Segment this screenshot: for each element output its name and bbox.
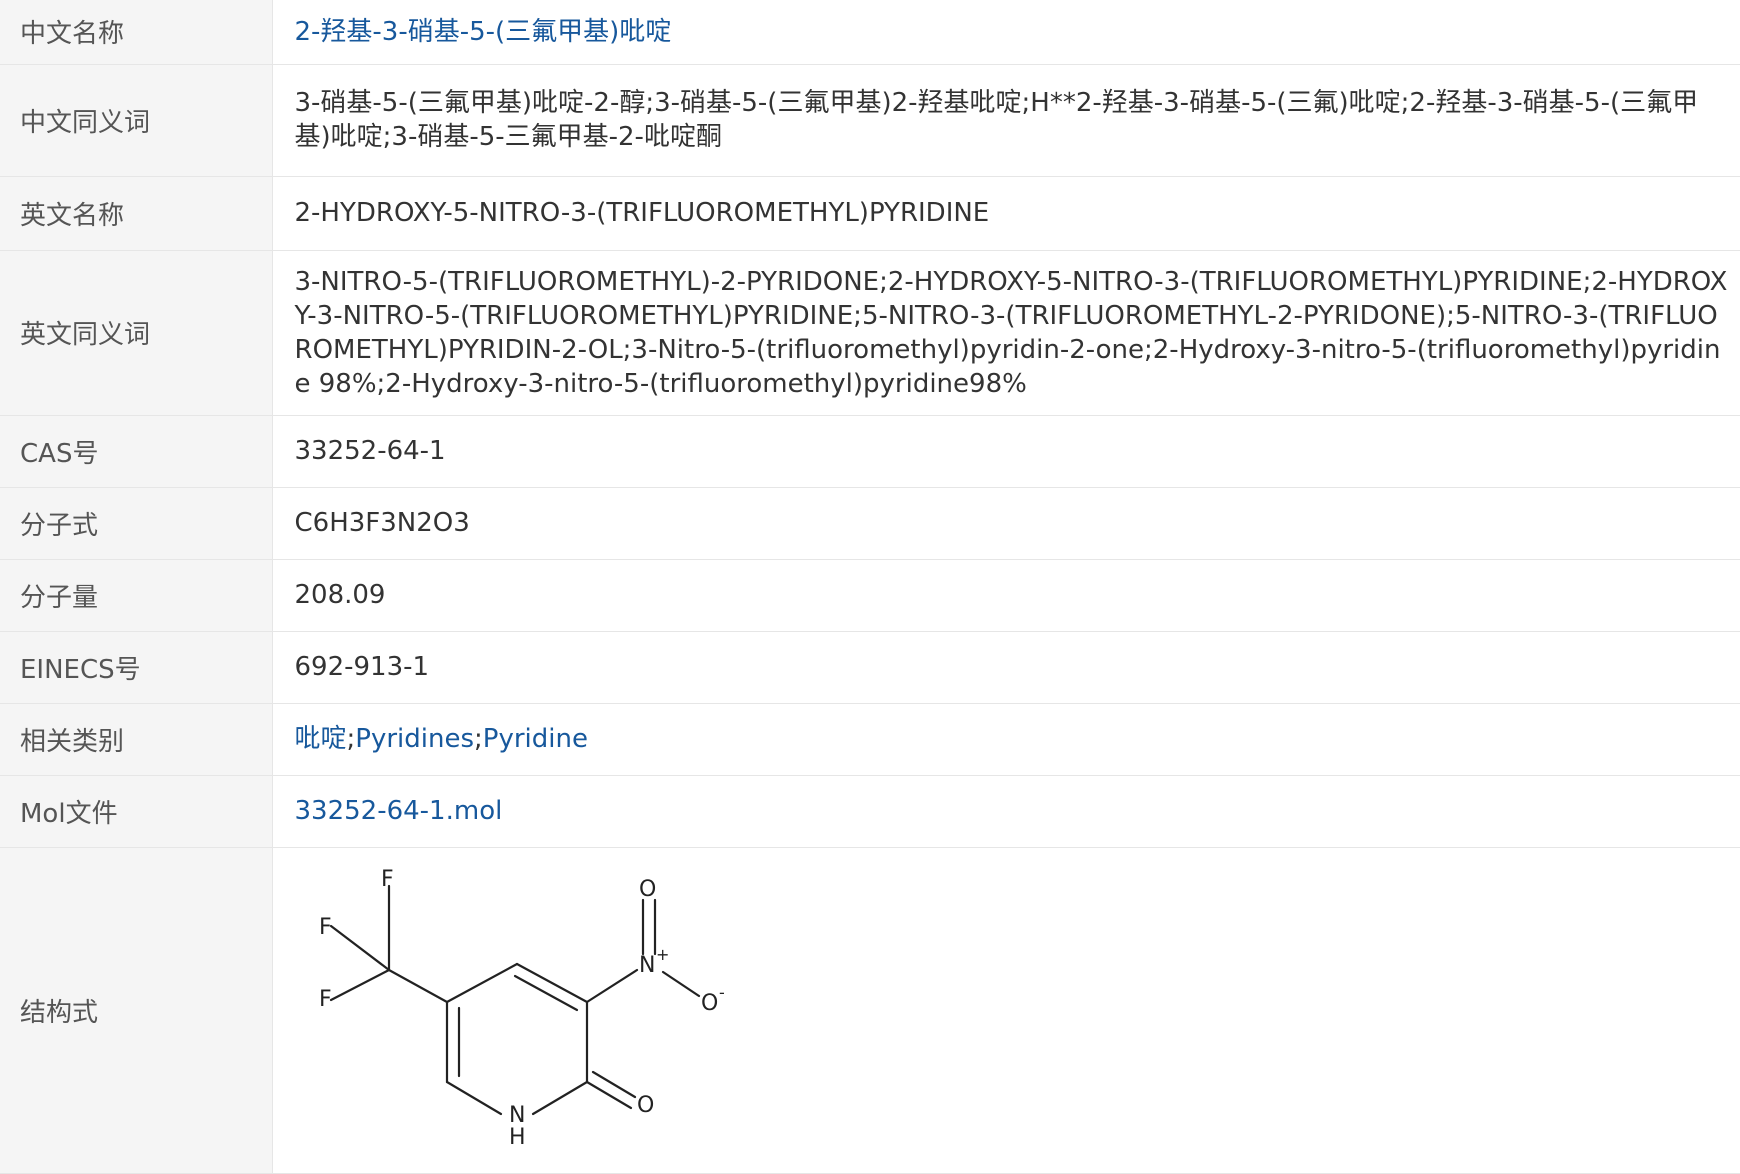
row-category: 相关类别 吡啶;Pyridines;Pyridine [0, 703, 1740, 776]
chinese-synonyms-value: 3-硝基-5-(三氟甲基)吡啶-2-醇;3-硝基-5-(三氟甲基)2-羟基吡啶;… [272, 64, 1740, 177]
atom-o-charge: - [719, 983, 725, 1002]
cas-value: 33252-64-1 [272, 415, 1740, 488]
row-formula: 分子式 C6H3F3N2O3 [0, 487, 1740, 560]
atom-h-ring: H [509, 1125, 526, 1150]
atom-o-minus: O [701, 991, 718, 1016]
atom-n-charge: + [656, 945, 669, 964]
atom-f-bottom: F [319, 987, 332, 1012]
category-links: 吡啶;Pyridines;Pyridine [272, 703, 1740, 776]
einecs-value: 692-913-1 [272, 631, 1740, 704]
bond-ring-c5-c4 [445, 962, 518, 1003]
label-category: 相关类别 [0, 703, 273, 776]
atom-n-nitro: N [639, 953, 655, 978]
row-chinese-synonyms: 中文同义词 3-硝基-5-(三氟甲基)吡啶-2-醇;3-硝基-5-(三氟甲基)2… [0, 64, 1740, 177]
row-english-name: 英文名称 2-HYDROXY-5-NITRO-3-(TRIFLUOROMETHY… [0, 176, 1740, 251]
molecular-weight-value: 208.09 [272, 559, 1740, 632]
bond-carbonyl-2 [591, 1070, 636, 1098]
category-separator: ; [346, 724, 356, 754]
category-link-pyridine[interactable]: Pyridine [483, 724, 588, 754]
structure-diagram: F F F O N + O - O N H [319, 867, 725, 1150]
category-link-pyridine-cn[interactable]: 吡啶 [295, 724, 347, 754]
category-separator: ; [474, 724, 483, 754]
atom-o-top: O [639, 877, 656, 902]
label-english-synonyms: 英文同义词 [0, 250, 273, 416]
bond-carbonyl-1 [585, 1080, 632, 1109]
row-cas: CAS号 33252-64-1 [0, 415, 1740, 488]
row-mol-file: Mol文件 33252-64-1.mol [0, 775, 1740, 848]
label-structure: 结构式 [0, 847, 273, 1174]
category-link-pyridines[interactable]: Pyridines [355, 724, 474, 754]
structure-cell: F F F O N + O - O N H [272, 847, 1740, 1174]
label-chinese-name: 中文名称 [0, 0, 273, 65]
row-chinese-name: 中文名称 2-羟基-3-硝基-5-(三氟甲基)吡啶 [0, 0, 1740, 65]
compound-info-table: 中文名称 2-羟基-3-硝基-5-(三氟甲基)吡啶 中文同义词 3-硝基-5-(… [0, 0, 1740, 1174]
atom-f-left: F [319, 915, 332, 940]
english-synonyms-value: 3-NITRO-5-(TRIFLUOROMETHYL)-2-PYRIDONE;2… [272, 250, 1740, 416]
bond-c-nitro [585, 968, 638, 1003]
label-chinese-synonyms: 中文同义词 [0, 64, 273, 177]
label-molecular-weight: 分子量 [0, 559, 273, 632]
atom-o-carbonyl: O [637, 1093, 654, 1118]
bond-ring-c2-n [531, 1080, 588, 1115]
row-molecular-weight: 分子量 208.09 [0, 559, 1740, 632]
bond-nitro-ominus [661, 970, 700, 997]
label-einecs: EINECS号 [0, 631, 273, 704]
bond-cf-left [329, 924, 390, 971]
row-structure: 结构式 F F F O N + O - O N H [0, 847, 1740, 1174]
atom-f-top: F [381, 867, 394, 892]
formula-value: C6H3F3N2O3 [272, 487, 1740, 560]
bond-ring-c4-c3-double [513, 974, 578, 1011]
row-einecs: EINECS号 692-913-1 [0, 631, 1740, 704]
english-name-value: 2-HYDROXY-5-NITRO-3-(TRIFLUOROMETHYL)PYR… [272, 176, 1740, 251]
label-cas: CAS号 [0, 415, 273, 488]
label-english-name: 英文名称 [0, 176, 273, 251]
label-mol-file: Mol文件 [0, 775, 273, 848]
bond-cf3-ring [387, 968, 448, 1003]
mol-file-link[interactable]: 33252-64-1.mol [295, 796, 503, 826]
row-english-synonyms: 英文同义词 3-NITRO-5-(TRIFLUOROMETHYL)-2-PYRI… [0, 250, 1740, 416]
bond-cf-bottom [329, 968, 390, 1001]
chinese-name-link[interactable]: 2-羟基-3-硝基-5-(三氟甲基)吡啶 [295, 17, 672, 47]
label-formula: 分子式 [0, 487, 273, 560]
bond-ring-n-c6 [445, 1080, 502, 1115]
